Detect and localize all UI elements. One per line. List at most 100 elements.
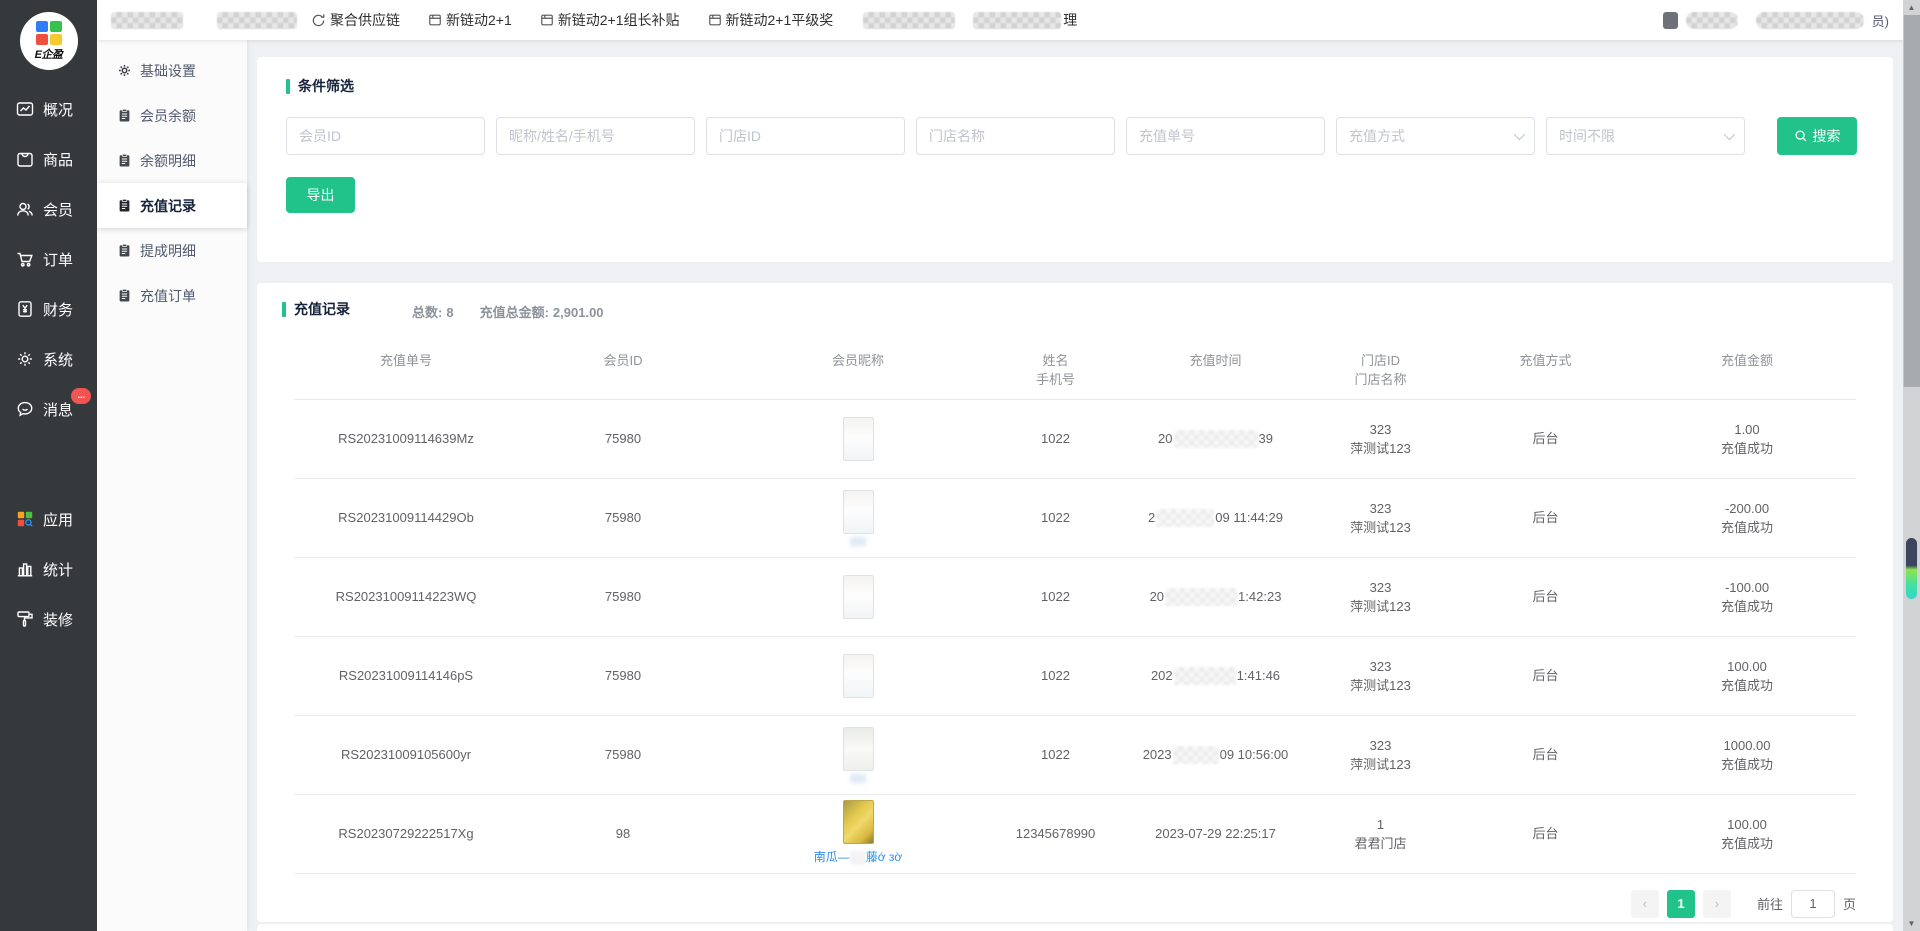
user-avatar[interactable] [1663,12,1678,29]
member-avatar [843,490,874,534]
cell-method: 后台 [1453,666,1638,685]
apps-icon [15,509,35,529]
pagination-prev-button[interactable]: ‹ [1631,890,1659,918]
cell-time: 2021:41:46 [1123,666,1308,685]
scrollbar-down-arrow[interactable]: ▼ [1903,916,1920,931]
goods-icon [15,149,35,169]
chevron-left-icon: ‹ [1643,896,1647,911]
submenu-item-commission-detail[interactable]: 提成明细 [97,228,247,273]
time-redaction-blur [1173,746,1219,764]
sidebar-item-finance[interactable]: 财务 [0,284,97,334]
nav-redacted-item[interactable] [217,12,297,29]
sidebar-item-goods[interactable]: 商品 [0,134,97,184]
cell-phone: 1022 [988,666,1123,685]
member-id-input[interactable] [286,117,485,155]
member-nickname-link[interactable]: 南瓜—藤ớ зờ [814,848,903,867]
records-stats: 总数:8 充值总金额:2,901.00 [412,302,604,321]
pagination-page-1[interactable]: 1 [1667,890,1695,918]
cell-nickname [728,654,988,698]
cell-time: 2023-07-29 22:25:17 [1123,824,1308,843]
select-placeholder: 充值方式 [1349,126,1405,146]
sidebar-item-label: 应用 [43,509,73,530]
cell-time: 201:42:23 [1123,587,1308,606]
sidebar-item-stats[interactable]: 统计 [0,544,97,594]
nav-redacted-item[interactable] [111,12,183,29]
sidebar-item-decorate[interactable]: 装修 [0,594,97,644]
store-id-input[interactable] [706,117,905,155]
cell-nickname: 南瓜—藤ớ зờ [728,800,988,867]
vertical-scrollbar[interactable]: ▲ ▼ [1903,0,1920,931]
cell-member-id: 75980 [518,587,728,606]
cell-time: 202309 10:56:00 [1123,745,1308,764]
submenu-item-balance-detail[interactable]: 余额明细 [97,138,247,183]
select-placeholder: 时间不限 [1559,126,1615,146]
clipboard-icon [117,288,132,303]
cell-method: 后台 [1453,587,1638,606]
sidebar-item-orders[interactable]: 订单 [0,234,97,284]
nav-redaction-blur [973,12,1061,29]
nav-redacted-admin-item[interactable]: 理 [973,10,1077,30]
cell-method: 后台 [1453,745,1638,764]
refresh-icon [311,13,326,28]
cell-amount: 1.00充值成功 [1638,420,1856,458]
total-amount-value: 2,901.00 [553,305,604,320]
cell-amount: 100.00充值成功 [1638,815,1856,853]
nickname-redaction-blur [850,537,866,546]
scrollbar-thumb[interactable] [1903,15,1920,387]
submenu-item-basic-settings[interactable]: 基础设置 [97,48,247,93]
member-avatar [843,727,874,771]
orders-icon [15,249,35,269]
sidebar-item-messages[interactable]: 消息 ... [0,384,97,434]
cell-member-id: 75980 [518,508,728,527]
search-icon [1794,129,1808,143]
nav-tab-level-bonus[interactable]: 新链动2+1平级奖 [708,10,834,30]
goto-page-input[interactable] [1791,890,1835,918]
cell-method: 后台 [1453,429,1638,448]
top-navbar: 聚合供应链 新链动2+1 新链动2+1组长补贴 新链动2+1平级奖 理 员) [97,0,1903,40]
pagination-next-button[interactable]: › [1703,890,1731,918]
submenu-item-member-balance[interactable]: 会员余额 [97,93,247,138]
time-range-select[interactable]: 时间不限 [1546,117,1745,155]
nickname-name-phone-input[interactable] [496,117,695,155]
nickname-redaction-blur [850,774,866,783]
sidebar-item-members[interactable]: 会员 [0,184,97,234]
finance-icon [15,299,35,319]
sidebar-item-apps[interactable]: 应用 [0,494,97,544]
user-role-partial: 员) [1872,11,1889,30]
cell-store: 323萍测试123 [1308,499,1453,537]
submenu-item-label: 充值订单 [140,286,196,306]
cell-phone: 12345678990 [988,824,1123,843]
floating-widget[interactable] [1905,537,1918,600]
store-name-input[interactable] [916,117,1115,155]
export-button-label: 导出 [307,185,335,205]
scrollbar-up-arrow[interactable]: ▲ [1903,0,1920,15]
search-button[interactable]: 搜索 [1777,117,1857,155]
filter-title-text: 条件筛选 [298,76,354,96]
records-card: 充值记录 总数:8 充值总金额:2,901.00 充值单号 会员ID 会员昵称 … [257,283,1893,922]
user-role-redacted[interactable] [1756,12,1864,29]
nav-tab-supply-chain[interactable]: 聚合供应链 [311,10,400,30]
sidebar-item-overview[interactable]: 概况 [0,84,97,134]
app-root: E企盈 概况 商品 会员 订单 财务 系统 消息 ... [0,0,1920,931]
submenu-item-label: 充值记录 [140,196,196,216]
user-name-redacted[interactable] [1686,12,1738,29]
cell-phone: 1022 [988,745,1123,764]
records-title-text: 充值记录 [294,299,350,319]
next-card-edge [257,924,1893,931]
nav-tab-chain-2plus1[interactable]: 新链动2+1 [428,10,512,30]
brand-logo[interactable]: E企盈 [20,12,78,70]
records-title: 充值记录 [282,299,350,319]
submenu-item-recharge-orders[interactable]: 充值订单 [97,273,247,318]
export-button[interactable]: 导出 [286,177,355,213]
recharge-order-no-input[interactable] [1126,117,1325,155]
sidebar-item-system[interactable]: 系统 [0,334,97,384]
cell-member-id: 75980 [518,745,728,764]
cell-nickname [728,417,988,461]
member-avatar [843,575,874,619]
nav-redacted-item[interactable] [863,12,955,29]
nav-tab-leader-subsidy[interactable]: 新链动2+1组长补贴 [540,10,680,30]
title-accent-bar [282,302,286,317]
recharge-method-select[interactable]: 充值方式 [1336,117,1535,155]
message-badge: ... [71,388,91,404]
submenu-item-recharge-records[interactable]: 充值记录 [97,183,247,228]
